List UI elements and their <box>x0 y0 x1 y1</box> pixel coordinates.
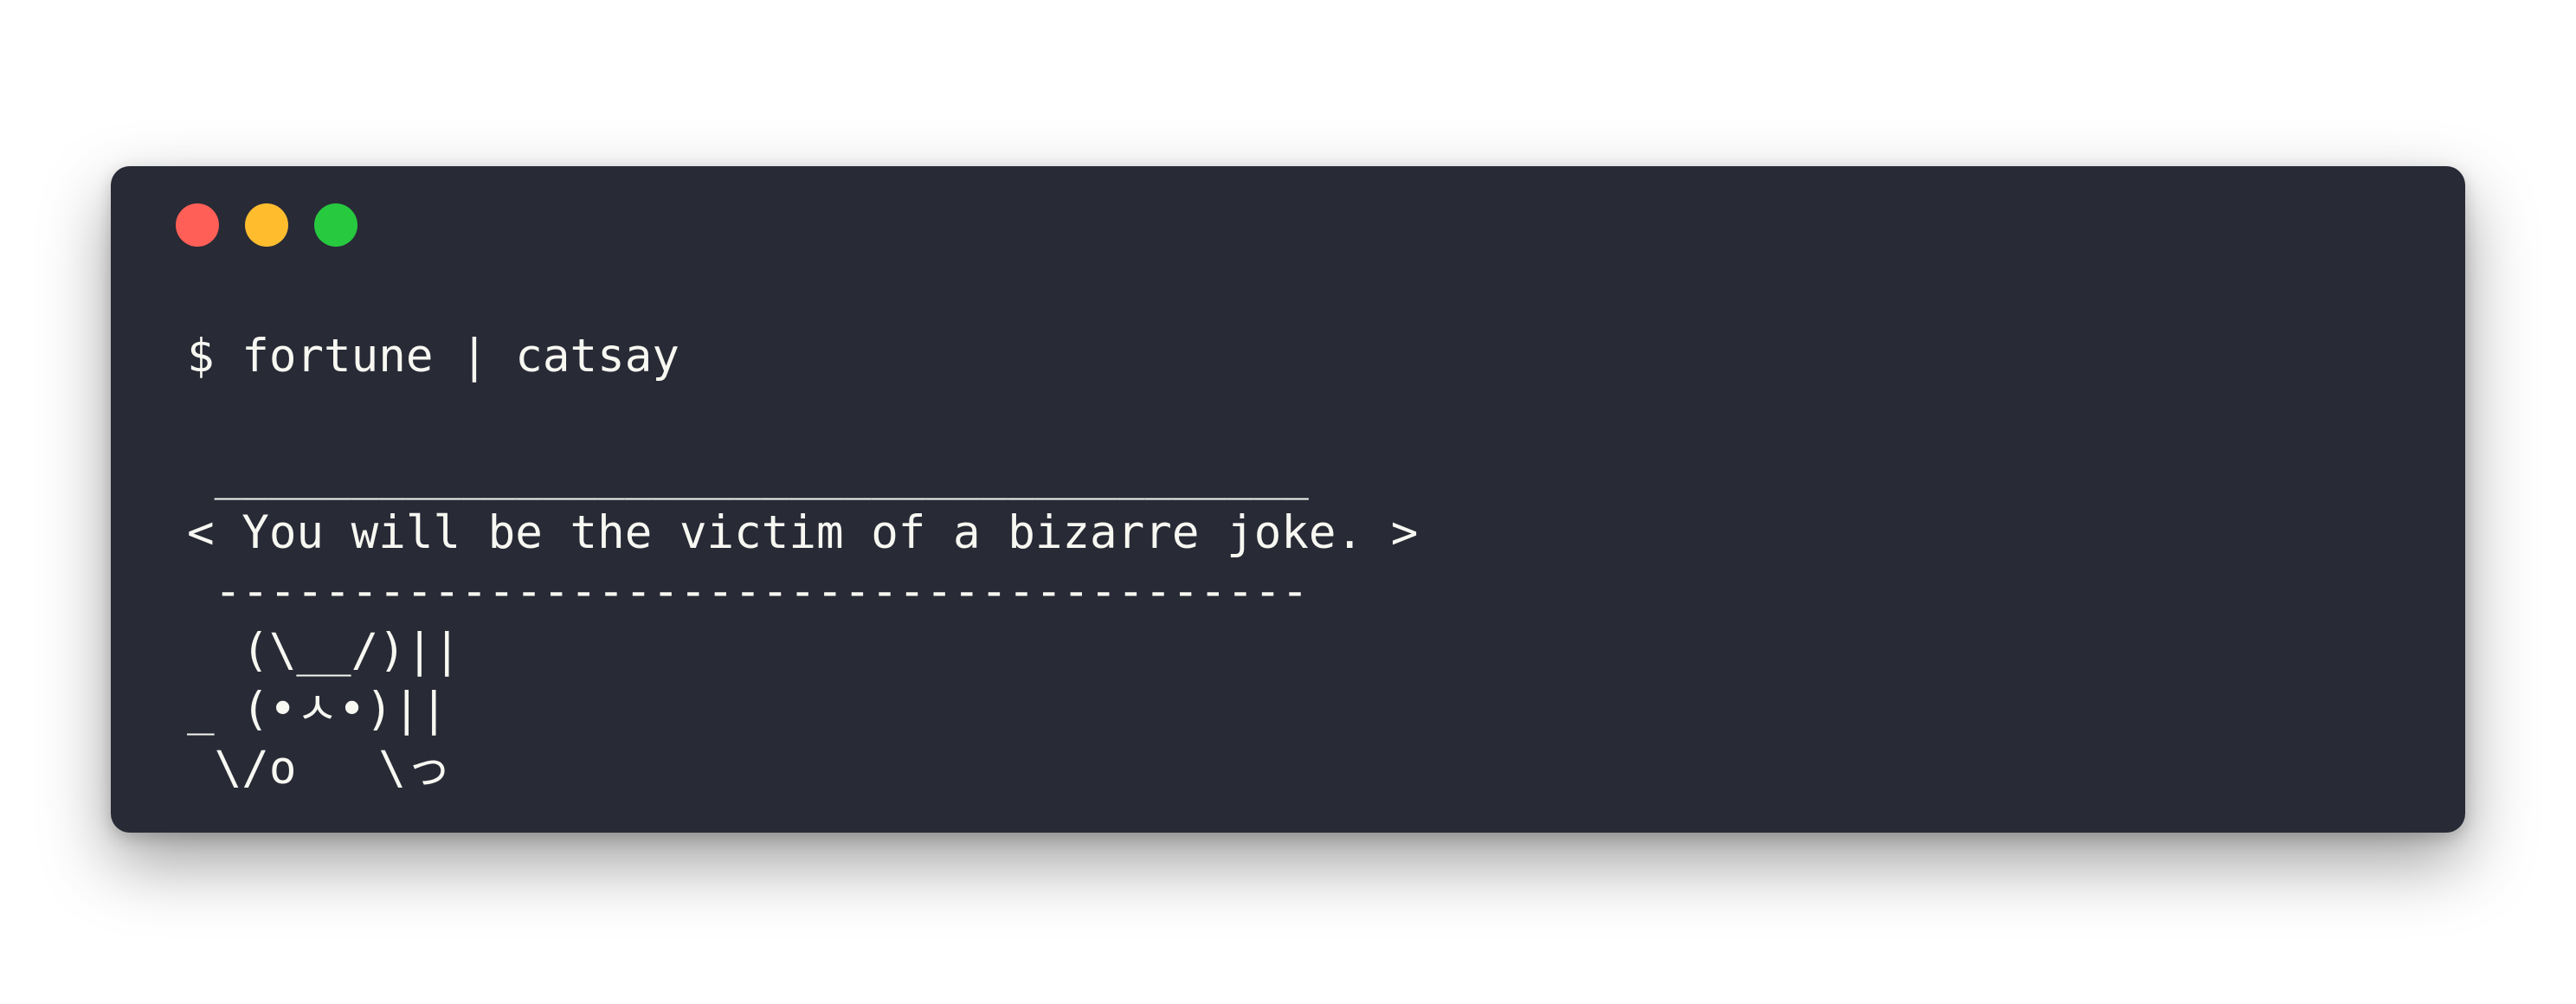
terminal-output-area[interactable]: $ fortune | catsay _____________________… <box>187 327 1418 798</box>
fortune-message: < You will be the victim of a bizarre jo… <box>187 506 1419 559</box>
command-line: $ fortune | catsay <box>187 330 679 383</box>
close-button[interactable] <box>176 203 219 247</box>
zoom-button[interactable] <box>314 203 357 247</box>
cat-ascii-line-2: _ (•ㅅ•)|| <box>187 683 448 736</box>
terminal-window: $ fortune | catsay _____________________… <box>111 166 2465 833</box>
cat-ascii-line-3: \/o \っ <box>187 742 452 795</box>
cat-ascii-line-1: (\__/)|| <box>187 624 461 677</box>
speech-bubble-top: ________________________________________ <box>187 447 1309 500</box>
minimize-button[interactable] <box>245 203 288 247</box>
speech-bubble-bottom: ---------------------------------------- <box>187 565 1309 618</box>
